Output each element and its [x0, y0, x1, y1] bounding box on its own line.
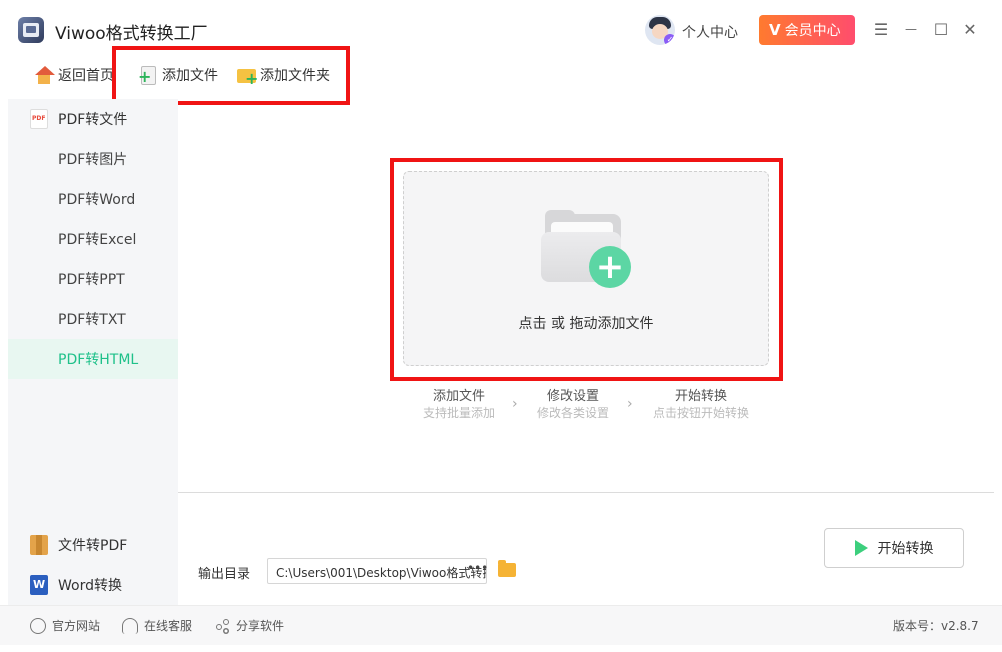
sidebar-item-pdf-to-word[interactable]: PDF转Word	[8, 179, 178, 219]
divider	[178, 492, 994, 493]
close-icon[interactable]: ✕	[959, 18, 981, 40]
step-settings: 修改设置 修改各类设置	[513, 388, 633, 421]
vip-center-button[interactable]: V 会员中心	[759, 15, 855, 45]
version-label: 版本号：v2.8.7	[893, 619, 979, 633]
play-icon	[854, 540, 868, 556]
sidebar-item-pdf-to-image[interactable]: PDF转图片	[8, 139, 178, 179]
step-title: 添加文件	[432, 389, 485, 404]
sidebar-item-pdf-to-excel[interactable]: PDF转Excel	[8, 219, 178, 259]
home-icon	[34, 65, 55, 85]
step-subtitle: 点击按钮开始转换	[652, 406, 749, 420]
user-center-link[interactable]: 个人中心	[682, 22, 738, 42]
sidebar-item-pdf-to-html[interactable]: PDF转HTML	[8, 339, 178, 379]
step-title: 开始转换	[674, 389, 727, 404]
chevron-right-icon: ›	[627, 396, 633, 412]
sidebar: PDF转文件 PDF转图片 PDF转Word PDF转Excel PDF转PPT…	[8, 99, 178, 605]
official-website-label: 官方网站	[52, 619, 101, 633]
home-label: 返回首页	[58, 68, 114, 84]
output-path-field[interactable]: C:\Users\001\Desktop\Viwoo格式转换工厂	[267, 558, 487, 584]
sidebar-group-label: Word转换	[58, 578, 122, 594]
sidebar-group-file-to-pdf[interactable]: 文件转PDF	[8, 525, 178, 565]
sidebar-item-pdf-to-ppt[interactable]: PDF转PPT	[8, 259, 178, 299]
sidebar-group-pdf[interactable]: PDF转文件	[8, 99, 178, 139]
archive-icon	[30, 535, 48, 555]
app-title: Viwoo格式转换工厂	[55, 24, 208, 44]
sidebar-group-label: PDF转文件	[58, 112, 128, 128]
sidebar-item-pdf-to-txt[interactable]: PDF转TXT	[8, 299, 178, 339]
maximize-icon[interactable]: ☐	[930, 18, 952, 40]
more-icon[interactable]: •••	[467, 561, 488, 575]
home-button[interactable]: 返回首页	[34, 63, 114, 87]
pdf-file-icon	[30, 109, 48, 129]
app-logo-icon	[18, 17, 44, 43]
step-convert: 开始转换 点击按钮开始转换	[641, 388, 761, 421]
start-convert-button[interactable]: 开始转换	[824, 528, 964, 568]
vip-icon: V	[769, 21, 781, 39]
online-service-link[interactable]: 在线客服	[122, 617, 192, 634]
share-icon	[214, 618, 230, 634]
step-title: 修改设置	[546, 389, 599, 404]
online-service-label: 在线客服	[144, 619, 193, 633]
step-subtitle: 支持批量添加	[422, 406, 495, 420]
headset-icon	[122, 617, 138, 634]
highlight-dropzone-box	[390, 158, 783, 381]
verified-badge-icon: ✓	[664, 34, 675, 45]
open-folder-icon[interactable]	[498, 560, 516, 577]
share-software-link[interactable]: 分享软件	[214, 617, 284, 634]
step-add-file: 添加文件 支持批量添加	[399, 388, 519, 421]
word-icon	[30, 575, 48, 595]
sidebar-group-label: 文件转PDF	[58, 538, 128, 554]
vip-center-label: 会员中心	[784, 23, 841, 39]
menu-icon[interactable]: ☰	[870, 18, 892, 40]
sidebar-group-word[interactable]: Word转换	[8, 565, 178, 605]
start-convert-label: 开始转换	[877, 541, 934, 557]
highlight-toolbar-box	[112, 46, 350, 105]
official-website-link[interactable]: 官方网站	[30, 617, 100, 634]
output-dir-label: 输出目录	[198, 567, 251, 582]
user-avatar[interactable]: ✓	[645, 15, 675, 45]
globe-icon	[30, 617, 46, 634]
share-software-label: 分享软件	[236, 619, 285, 633]
minimize-icon[interactable]: —	[900, 18, 922, 40]
app-window: Viwoo格式转换工厂 ✓ 个人中心 V 会员中心 ☰ — ☐ ✕ 返回首页 添…	[0, 0, 1002, 652]
step-subtitle: 修改各类设置	[536, 406, 609, 420]
